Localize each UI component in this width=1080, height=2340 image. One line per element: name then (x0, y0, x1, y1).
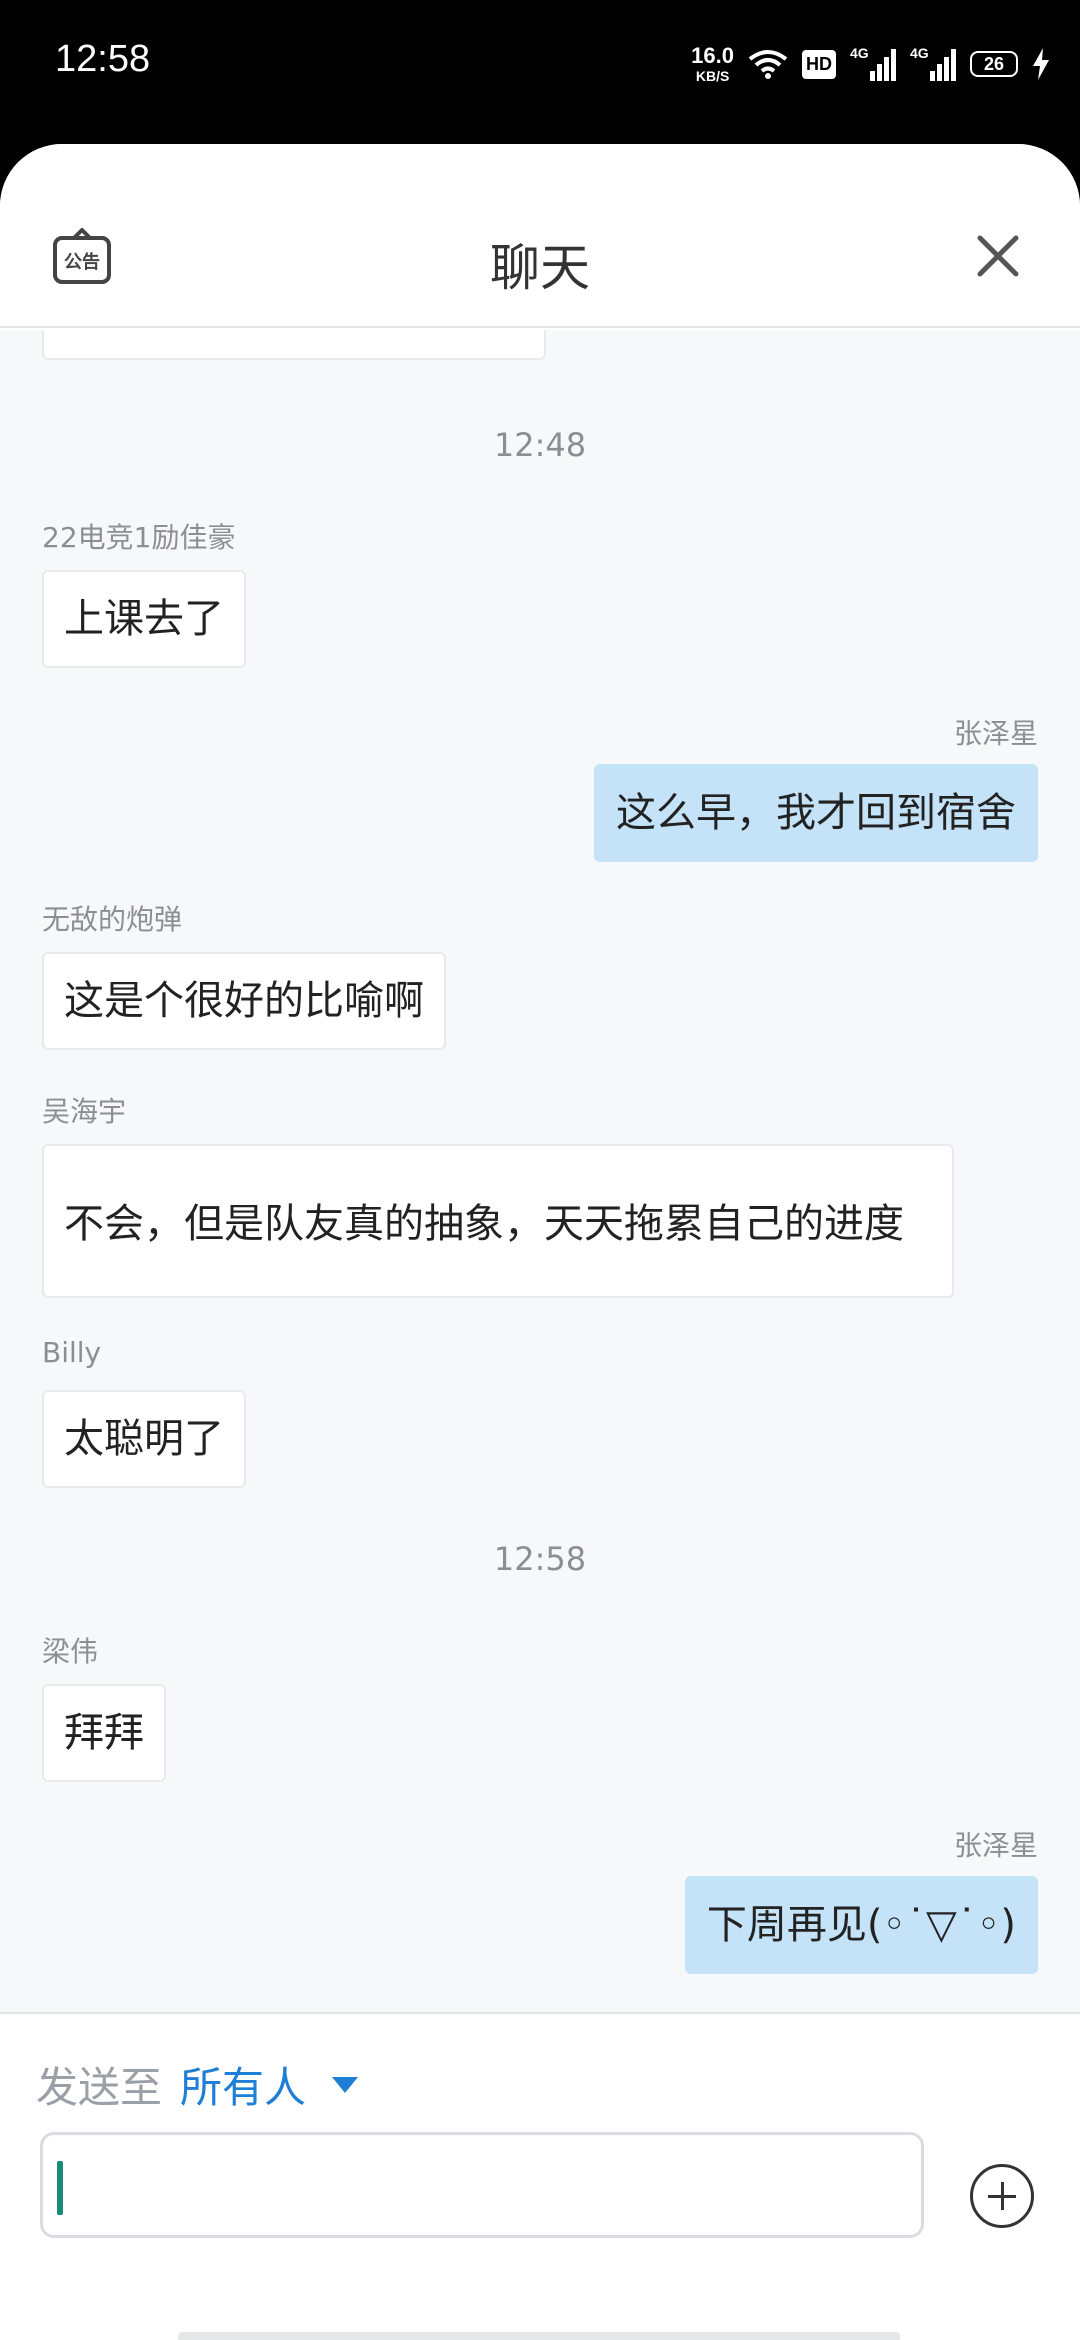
hd-voice-badge: HD (802, 49, 836, 79)
message-sender: 无敌的炮弹 (42, 903, 183, 936)
home-indicator[interactable] (178, 2332, 900, 2340)
message-bubble[interactable]: 这是个很好的比喻啊 (42, 952, 446, 1050)
message-sender: 张泽星 (953, 1829, 1038, 1862)
battery-icon: 26 (970, 51, 1018, 77)
timestamp: 12:48 (493, 426, 587, 464)
text-cursor (57, 2161, 63, 2215)
message-sender: 梁伟 (42, 1635, 99, 1668)
message-bubble[interactable]: 拜拜 (42, 1684, 166, 1782)
send-to-selector[interactable]: 发送至 所有人 (36, 2054, 359, 2115)
message-bubble[interactable]: 不会，但是队友真的抽象，天天拖累自己的进度 (42, 1144, 954, 1298)
signal-icon-2: 4G (910, 45, 956, 81)
add-attachment-button[interactable] (970, 2164, 1034, 2228)
message-bubble-partial (42, 330, 546, 360)
message-list[interactable]: 12:48 22电竞1励佳豪 上课去了 张泽星 这么早，我才回到宿舍 无敌的炮弹… (0, 330, 1080, 2012)
message-sender: 吴海宇 (42, 1095, 127, 1128)
status-icons: 16.0 KB/S HD 4G 4G 26 (691, 42, 1050, 86)
timestamp: 12:58 (493, 1540, 587, 1578)
battery-level: 26 (983, 53, 1005, 74)
signal-icon: 4G (850, 45, 896, 81)
network-speed-unit: KB/S (695, 68, 730, 84)
network-speed: 16.0 KB/S (691, 43, 734, 84)
compose-area: 发送至 所有人 (0, 2012, 1080, 2340)
message-sender: 22电竞1励佳豪 (42, 521, 236, 554)
recipient-select[interactable]: 所有人 (180, 2054, 306, 2115)
caret-down-icon[interactable] (332, 2076, 359, 2093)
message-bubble[interactable]: 上课去了 (42, 570, 246, 668)
status-bar: 12:58 16.0 KB/S HD 4G 4G 26 (0, 0, 1080, 140)
message-sender: 张泽星 (953, 717, 1038, 750)
message-sender: Billy (42, 1336, 102, 1369)
message-bubble[interactable]: 太聪明了 (42, 1390, 246, 1488)
chat-header: 公告 聊天 (0, 144, 1080, 328)
my-message-bubble[interactable]: 下周再见(◦˙▽˙◦) (684, 1876, 1038, 1974)
chat-sheet: 公告 聊天 12:48 22电竞1励佳豪 上课去了 张泽星 这么早，我才回到宿舍… (0, 144, 1080, 2340)
status-time: 12:58 (55, 38, 151, 80)
my-message-bubble[interactable]: 这么早，我才回到宿舍 (594, 764, 1038, 862)
close-icon (977, 235, 1019, 277)
page-title: 聊天 (490, 239, 590, 297)
charging-icon (1033, 48, 1049, 80)
message-input[interactable] (40, 2132, 924, 2238)
send-to-label: 发送至 (36, 2063, 163, 2112)
network-speed-value: 16.0 (691, 43, 734, 68)
wifi-icon (748, 50, 788, 79)
close-button[interactable] (976, 234, 1020, 278)
signal-label: 4G (850, 45, 869, 61)
signal-label-2: 4G (910, 45, 929, 61)
